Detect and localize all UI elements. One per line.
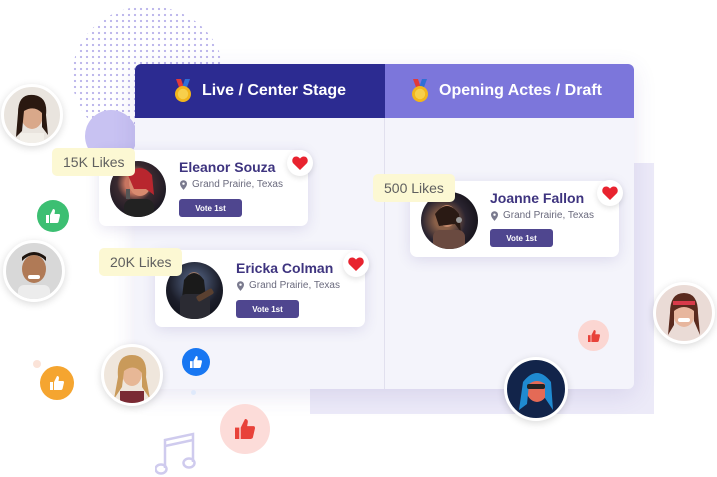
performer-card[interactable]: Ericka Colman Grand Prairie, Texas Vote …	[155, 250, 365, 327]
location-pin-icon	[491, 210, 498, 221]
fan-avatar	[504, 357, 568, 421]
like-heart-button[interactable]	[287, 150, 313, 176]
fan-avatar	[3, 240, 65, 302]
column-header-opening[interactable]: Opening Actes / Draft	[385, 64, 634, 118]
dot-decoration	[191, 390, 196, 395]
medal-icon	[175, 79, 191, 102]
medal-icon	[412, 79, 428, 102]
thumbs-up-icon	[50, 376, 64, 390]
location-pin-icon	[237, 280, 244, 291]
performer-location: Grand Prairie, Texas	[180, 179, 283, 190]
thumbs-up-bubble	[220, 404, 270, 454]
thumbs-up-bubble	[37, 200, 69, 232]
vote-button[interactable]: Vote 1st	[179, 199, 242, 217]
location-text: Grand Prairie, Texas	[249, 280, 340, 291]
location-text: Grand Prairie, Texas	[192, 179, 283, 190]
thumbs-up-bubble	[40, 366, 74, 400]
music-note-icon	[155, 432, 196, 475]
vote-button[interactable]: Vote 1st	[236, 300, 299, 318]
performer-location: Grand Prairie, Texas	[237, 280, 340, 291]
thumbs-up-icon	[587, 329, 600, 342]
likes-badge: 20K Likes	[99, 248, 183, 276]
like-heart-button[interactable]	[343, 251, 369, 277]
heart-icon	[292, 156, 308, 170]
performer-name: Eleanor Souza	[179, 159, 276, 175]
fan-avatar	[1, 84, 63, 146]
location-text: Grand Prairie, Texas	[503, 210, 594, 221]
column-title: Live / Center Stage	[202, 82, 347, 99]
performer-name: Ericka Colman	[236, 260, 334, 276]
like-heart-button[interactable]	[597, 180, 623, 206]
thumbs-up-bubble	[578, 320, 609, 351]
likes-badge: 15K Likes	[52, 148, 136, 176]
performer-location: Grand Prairie, Texas	[491, 210, 594, 221]
column-title: Opening Actes / Draft	[439, 82, 602, 99]
thumbs-up-icon	[235, 419, 255, 439]
heart-icon	[348, 257, 364, 271]
column-divider	[384, 118, 385, 389]
fan-avatar	[653, 282, 715, 344]
performer-name: Joanne Fallon	[490, 190, 585, 206]
thumbs-up-icon	[190, 356, 202, 368]
thumbs-up-bubble	[182, 348, 210, 376]
dot-decoration	[33, 360, 41, 368]
likes-badge: 500 Likes	[373, 174, 455, 202]
heart-icon	[602, 186, 618, 200]
fan-avatar	[101, 344, 163, 406]
column-header-live[interactable]: Live / Center Stage	[135, 64, 385, 118]
vote-button[interactable]: Vote 1st	[490, 229, 553, 247]
location-pin-icon	[180, 179, 187, 190]
thumbs-up-icon	[46, 209, 60, 223]
